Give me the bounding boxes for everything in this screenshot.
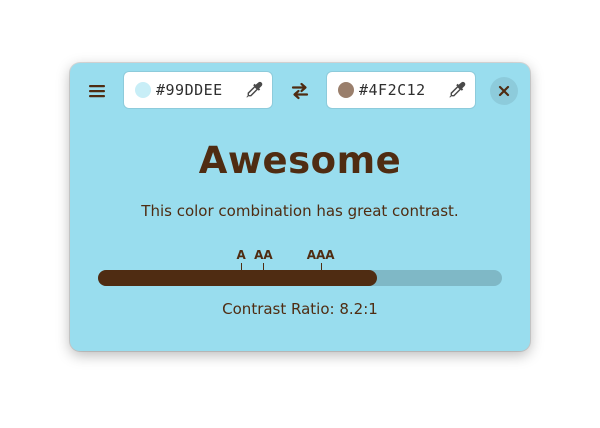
background-hex-input[interactable] [359, 78, 441, 102]
contrast-ratio-value: 8.2:1 [339, 300, 378, 318]
contrast-window: Awesome This color combination has great… [70, 63, 530, 351]
hamburger-menu-icon [89, 85, 105, 98]
close-button[interactable] [490, 77, 518, 105]
contrast-ratio: Contrast Ratio: 8.2:1 [70, 300, 530, 318]
contrast-ratio-label: Contrast Ratio: [222, 300, 335, 318]
level-marker-aa: AA [254, 248, 273, 262]
main-menu-button[interactable] [84, 77, 110, 105]
verdict-description: This color combination has great contras… [141, 202, 459, 220]
eyedropper-icon [246, 81, 263, 98]
contrast-level-fill [98, 270, 377, 286]
swap-colors-button[interactable] [285, 78, 315, 104]
level-marker-a: A [236, 248, 246, 262]
header-bar [70, 63, 530, 119]
background-swatch [338, 82, 354, 98]
close-icon [498, 85, 510, 97]
level-marker-aaa: AAA [306, 248, 335, 262]
background-color-entry [327, 72, 475, 108]
contrast-verdict: Awesome [198, 139, 402, 182]
swap-arrows-icon [291, 82, 309, 100]
wcag-level-markers: A AA AAA [98, 248, 502, 272]
foreground-hex-input[interactable] [156, 78, 238, 102]
foreground-color-entry [124, 72, 272, 108]
foreground-picker-button[interactable] [244, 80, 264, 100]
background-picker-button[interactable] [447, 80, 467, 100]
contrast-level-bar [98, 270, 502, 286]
foreground-swatch [135, 82, 151, 98]
eyedropper-icon [449, 81, 466, 98]
